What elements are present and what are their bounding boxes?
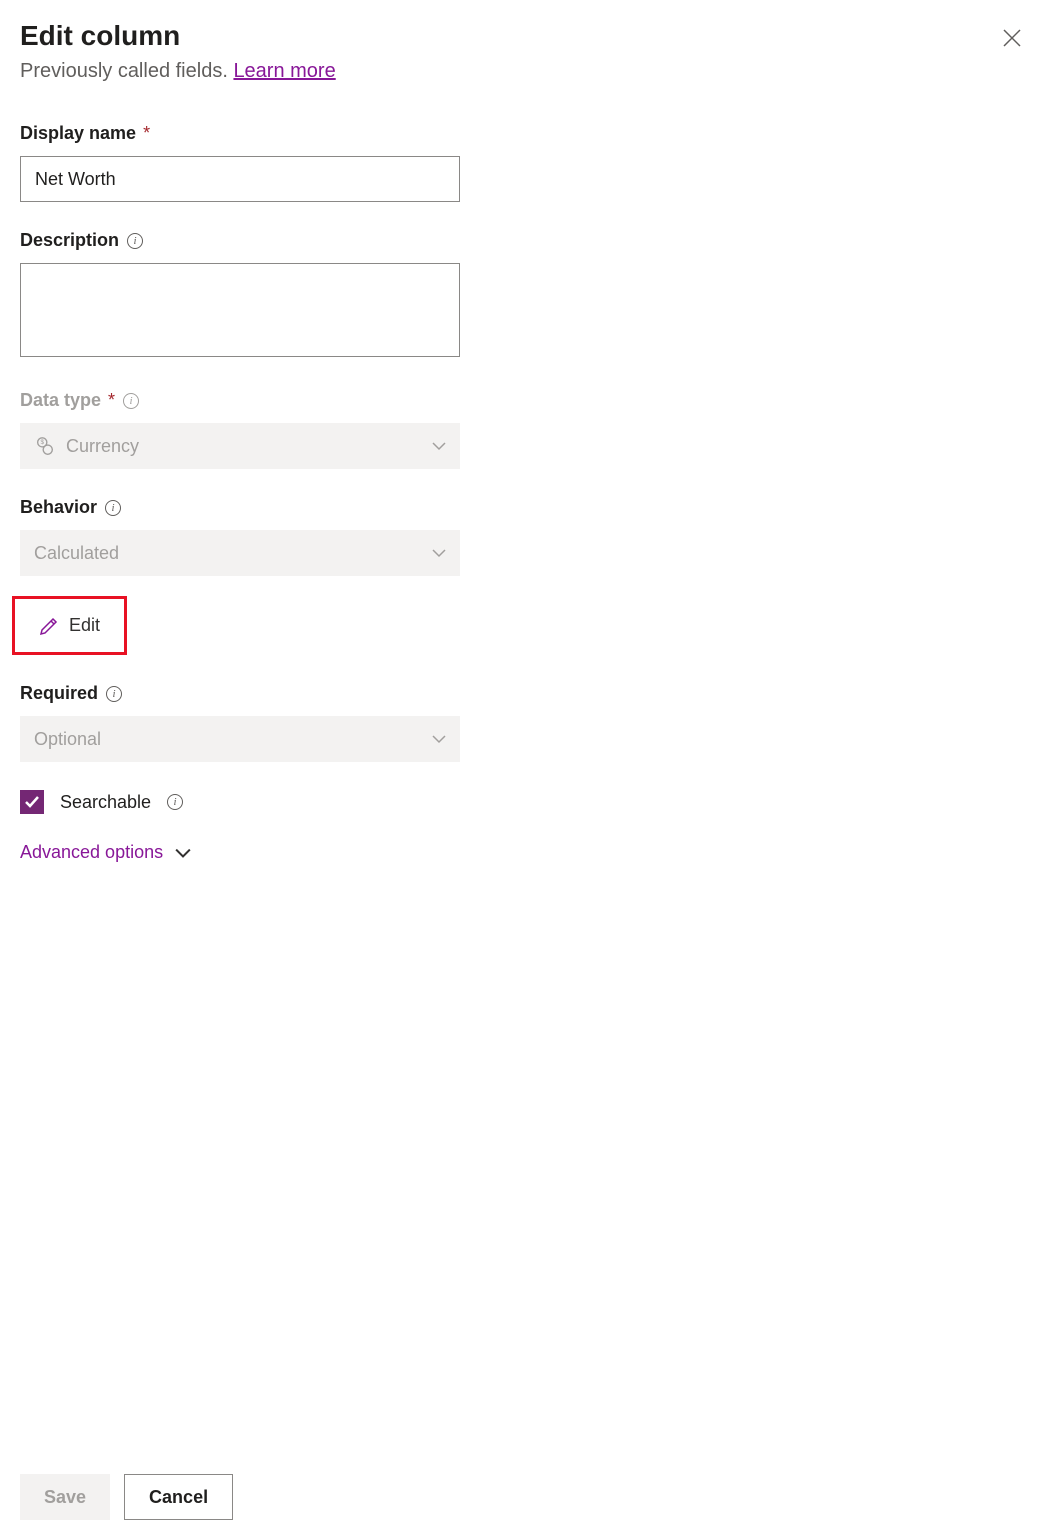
- required-value: Optional: [34, 729, 101, 750]
- info-icon[interactable]: i: [127, 233, 143, 249]
- behavior-dropdown: Calculated: [20, 530, 460, 576]
- edit-button-label: Edit: [69, 615, 100, 636]
- behavior-group: Behavior i Calculated: [20, 497, 460, 576]
- edit-behavior-group: Edit: [20, 604, 460, 655]
- close-button[interactable]: [1002, 28, 1022, 53]
- info-icon[interactable]: i: [123, 393, 139, 409]
- searchable-row: Searchable i: [20, 790, 460, 814]
- info-icon[interactable]: i: [106, 686, 122, 702]
- display-name-label: Display name *: [20, 123, 460, 144]
- info-icon[interactable]: i: [167, 794, 183, 810]
- chevron-down-icon: [432, 546, 446, 560]
- data-type-group: Data type * i $ Currency: [20, 390, 460, 469]
- advanced-options-toggle[interactable]: Advanced options: [20, 842, 460, 863]
- edit-button-highlight: Edit: [12, 596, 127, 655]
- cancel-button[interactable]: Cancel: [124, 1474, 233, 1520]
- behavior-label: Behavior i: [20, 497, 460, 518]
- page-title: Edit column: [20, 20, 1002, 52]
- pencil-icon: [39, 616, 59, 636]
- panel-footer: Save Cancel: [20, 1474, 233, 1520]
- chevron-down-icon: [432, 732, 446, 746]
- learn-more-link[interactable]: Learn more: [233, 60, 335, 82]
- required-asterisk: *: [138, 123, 150, 143]
- required-asterisk: *: [103, 390, 115, 410]
- searchable-checkbox[interactable]: [20, 790, 44, 814]
- checkmark-icon: [24, 794, 40, 810]
- searchable-label: Searchable: [60, 792, 151, 813]
- svg-text:$: $: [40, 439, 44, 446]
- chevron-down-icon: [432, 439, 446, 453]
- info-icon[interactable]: i: [105, 500, 121, 516]
- page-subtitle: Previously called fields. Learn more: [20, 60, 1002, 83]
- edit-behavior-button[interactable]: Edit: [23, 607, 116, 644]
- required-label: Required i: [20, 683, 460, 704]
- currency-icon: $: [34, 435, 56, 457]
- required-group: Required i Optional: [20, 683, 460, 762]
- data-type-label: Data type * i: [20, 390, 460, 411]
- display-name-input[interactable]: [20, 156, 460, 202]
- description-group: Description i: [20, 230, 460, 362]
- form-content: Display name * Description i Data type *…: [20, 123, 460, 863]
- data-type-dropdown: $ Currency: [20, 423, 460, 469]
- data-type-value: Currency: [66, 436, 139, 457]
- panel-header: Edit column Previously called fields. Le…: [20, 20, 1032, 83]
- required-dropdown: Optional: [20, 716, 460, 762]
- close-icon: [1002, 28, 1022, 48]
- behavior-value: Calculated: [34, 543, 119, 564]
- subtitle-text: Previously called fields.: [20, 60, 233, 82]
- save-button: Save: [20, 1474, 110, 1520]
- chevron-down-icon: [175, 845, 191, 861]
- display-name-group: Display name *: [20, 123, 460, 202]
- description-label: Description i: [20, 230, 460, 251]
- description-input[interactable]: [20, 263, 460, 357]
- header-text: Edit column Previously called fields. Le…: [20, 20, 1002, 83]
- advanced-options-label: Advanced options: [20, 842, 163, 863]
